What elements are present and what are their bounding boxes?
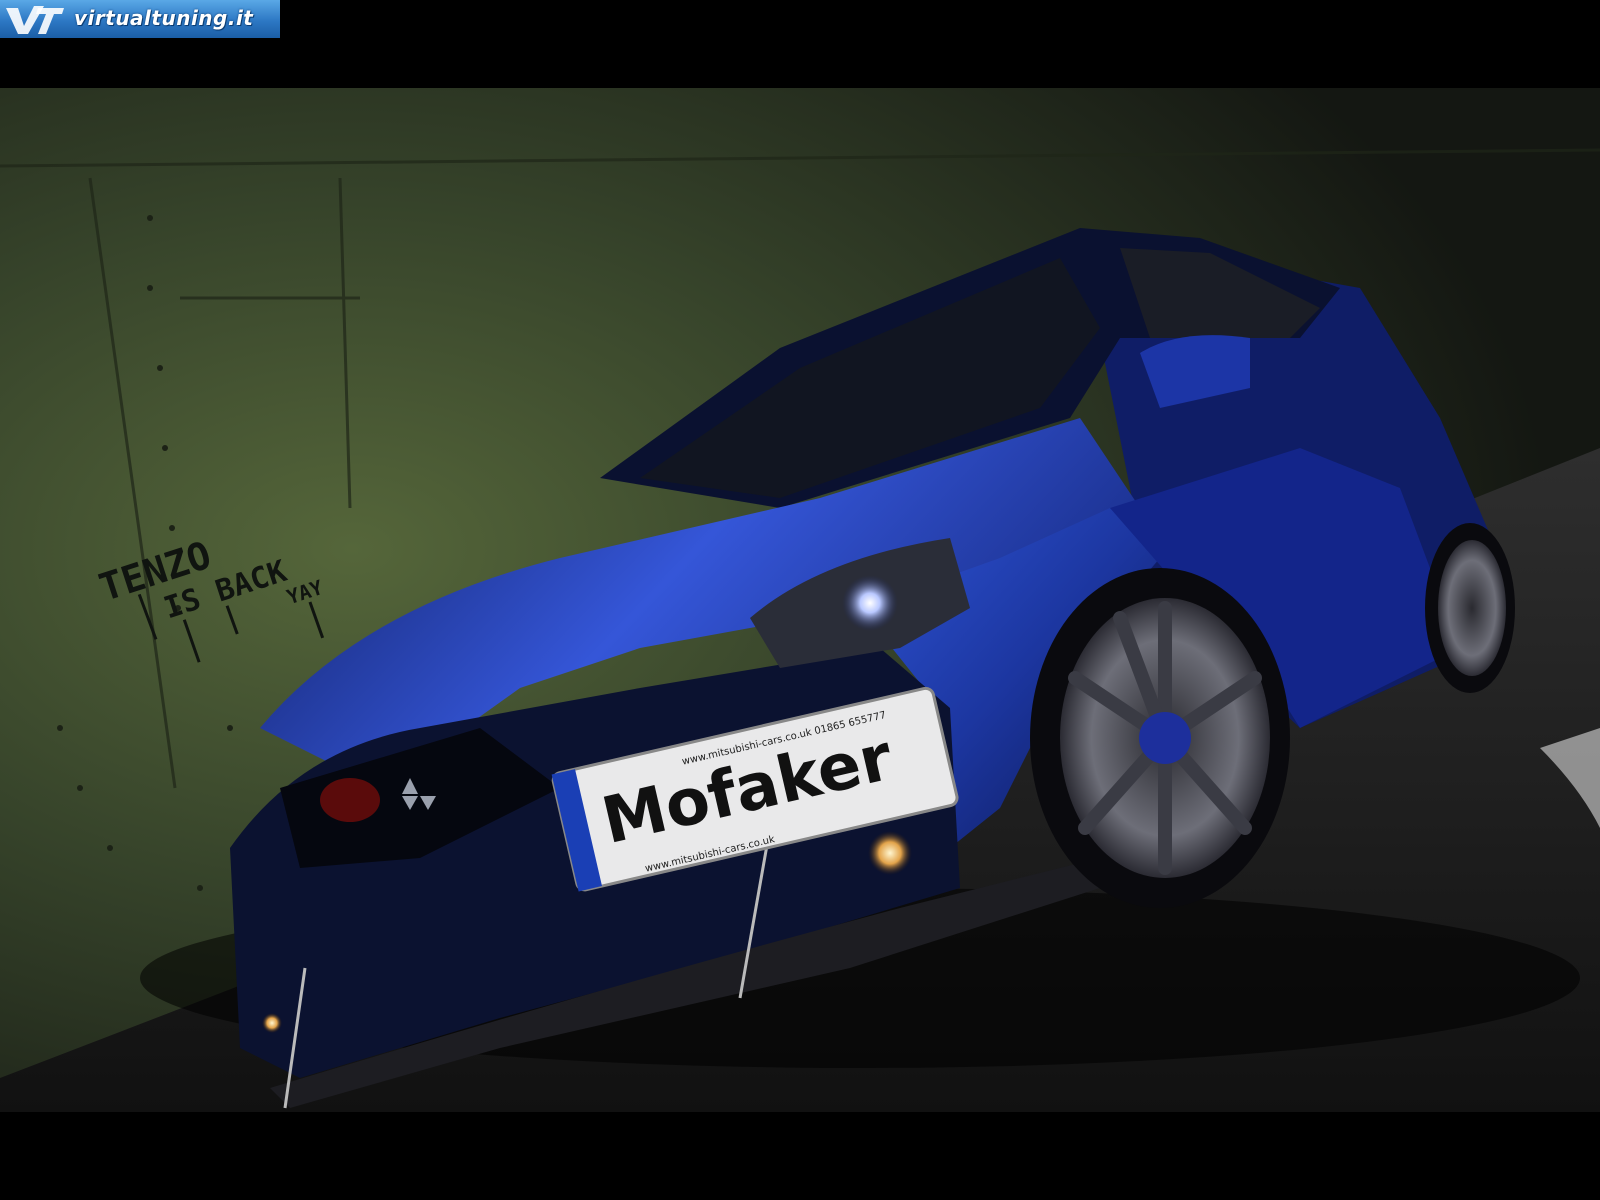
car-scene: TENZO IS BACK YAY Mofaker www.mitsubishi… [0, 88, 1600, 1112]
vt-logo-icon [6, 6, 64, 34]
fog-light [868, 831, 912, 875]
wheel-hub [1139, 712, 1191, 764]
virtualtuning-watermark: virtualtuning.it [0, 0, 280, 38]
image-frame: virtualtuning.it TENZO IS BACK YAY Mofak… [0, 0, 1600, 1200]
red-intake [320, 778, 380, 822]
watermark-text: virtualtuning.it [74, 6, 254, 30]
rear-rim [1438, 540, 1506, 676]
headlight [842, 575, 898, 631]
scene-svg: TENZO IS BACK YAY Mofaker www.mitsubishi… [0, 88, 1600, 1112]
left-fog-light [262, 1013, 282, 1033]
